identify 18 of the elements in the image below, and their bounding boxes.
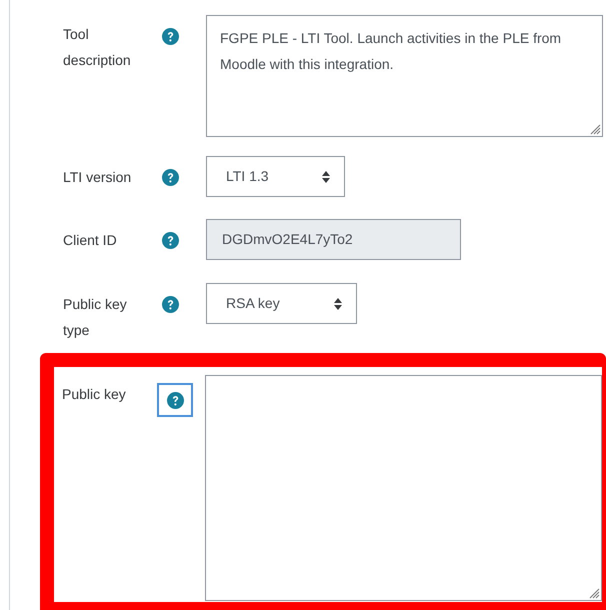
field-label: LTI version xyxy=(63,168,132,187)
help-icon[interactable] xyxy=(161,27,179,45)
help-icon[interactable] xyxy=(161,231,179,249)
field-label: Tool description xyxy=(63,25,132,70)
field-label: Public key xyxy=(62,385,127,404)
select-dropdown[interactable]: RSA key xyxy=(206,283,357,324)
input-field[interactable]: DGDmvO2E4L7yTo2 xyxy=(206,219,461,260)
field-label: Client ID xyxy=(63,231,118,250)
sort-arrows-icon xyxy=(322,170,330,182)
help-icon[interactable] xyxy=(161,295,179,313)
help-icon[interactable] xyxy=(157,383,193,417)
text-area[interactable]: FGPE PLE - LTI Tool. Launch activities in the PLE from Moodle with this integration. xyxy=(206,15,603,137)
sort-arrows-icon xyxy=(334,298,342,310)
field-label: Public key type xyxy=(63,295,128,340)
resize-grip-icon[interactable] xyxy=(589,123,601,135)
resize-grip-icon[interactable] xyxy=(588,587,600,599)
select-dropdown[interactable]: LTI 1.3 xyxy=(206,156,345,197)
help-icon[interactable] xyxy=(161,168,179,186)
